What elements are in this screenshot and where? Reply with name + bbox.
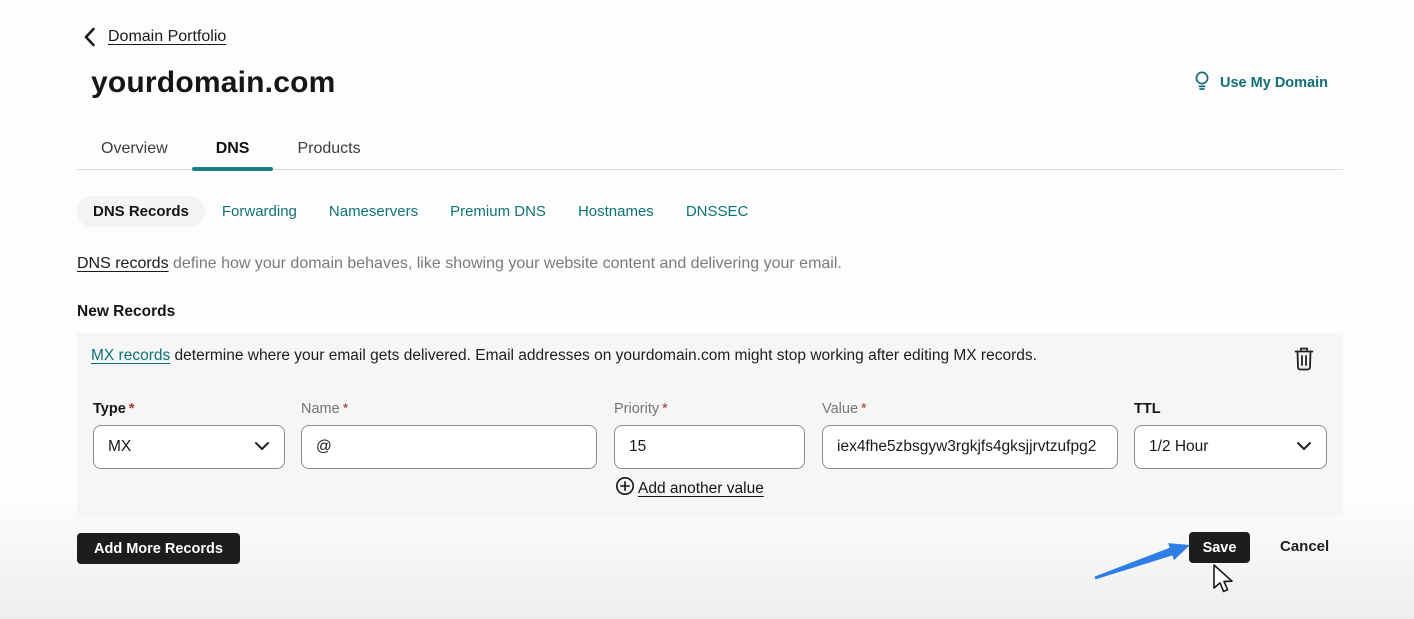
dns-subtabs: DNS Records Forwarding Nameservers Premi… [77, 196, 748, 227]
trash-icon [1292, 346, 1316, 375]
value-label: Value [822, 401, 858, 417]
use-my-domain-button[interactable]: Use My Domain [1193, 70, 1328, 96]
value-input[interactable] [837, 438, 1103, 456]
mx-warning-note: MX records determine where your email ge… [91, 347, 1037, 365]
chevron-left-icon [83, 27, 96, 47]
tab-dns[interactable]: DNS [192, 128, 274, 169]
name-input[interactable] [316, 438, 582, 456]
field-ttl: TTL 1/2 Hour [1134, 401, 1327, 469]
subtab-dns-records[interactable]: DNS Records [77, 196, 205, 227]
back-link-label[interactable]: Domain Portfolio [108, 28, 226, 46]
ttl-select[interactable]: 1/2 Hour [1134, 425, 1327, 469]
use-my-domain-label: Use My Domain [1220, 75, 1328, 91]
delete-record-button[interactable] [1289, 345, 1319, 375]
tab-overview[interactable]: Overview [77, 128, 192, 169]
tab-products[interactable]: Products [273, 128, 384, 169]
priority-label: Priority [614, 401, 659, 417]
field-name: Name* [301, 401, 597, 469]
chevron-down-icon [254, 438, 270, 456]
page-title: yourdomain.com [91, 66, 336, 100]
add-more-records-button[interactable]: Add More Records [77, 533, 240, 564]
add-another-value-button[interactable]: Add another value [615, 476, 764, 501]
required-asterisk: * [662, 401, 668, 417]
annotation-arrow [1040, 530, 1200, 590]
circle-plus-icon [615, 476, 635, 501]
required-asterisk: * [343, 401, 349, 417]
required-asterisk: * [861, 401, 867, 417]
type-select[interactable]: MX [93, 425, 285, 469]
field-type: Type* MX [93, 401, 285, 469]
new-record-panel: MX records determine where your email ge… [77, 333, 1343, 517]
subtab-premium-dns[interactable]: Premium DNS [450, 203, 546, 220]
main-tabs: Overview DNS Products [77, 128, 1343, 170]
cancel-button[interactable]: Cancel [1280, 538, 1329, 555]
subtab-dnssec[interactable]: DNSSEC [686, 203, 749, 220]
subtab-nameservers[interactable]: Nameservers [329, 203, 418, 220]
subtab-forwarding[interactable]: Forwarding [222, 203, 297, 220]
priority-input[interactable] [629, 438, 790, 456]
new-records-heading: New Records [77, 303, 175, 321]
dns-records-link[interactable]: DNS records [77, 255, 169, 272]
ttl-label: TTL [1134, 401, 1161, 417]
field-value: Value* [822, 401, 1118, 469]
chevron-down-icon [1296, 438, 1312, 456]
required-asterisk: * [129, 401, 135, 417]
field-priority: Priority* [614, 401, 805, 469]
type-label: Type [93, 401, 126, 417]
add-another-value-label: Add another value [638, 480, 764, 498]
dns-description: DNS records define how your domain behav… [77, 255, 842, 273]
subtab-hostnames[interactable]: Hostnames [578, 203, 654, 220]
name-label: Name [301, 401, 340, 417]
mouse-cursor [1211, 563, 1235, 595]
mx-records-link[interactable]: MX records [91, 347, 170, 364]
save-button[interactable]: Save [1189, 532, 1250, 563]
lightbulb-icon [1193, 70, 1211, 96]
back-navigation[interactable]: Domain Portfolio [83, 27, 226, 47]
